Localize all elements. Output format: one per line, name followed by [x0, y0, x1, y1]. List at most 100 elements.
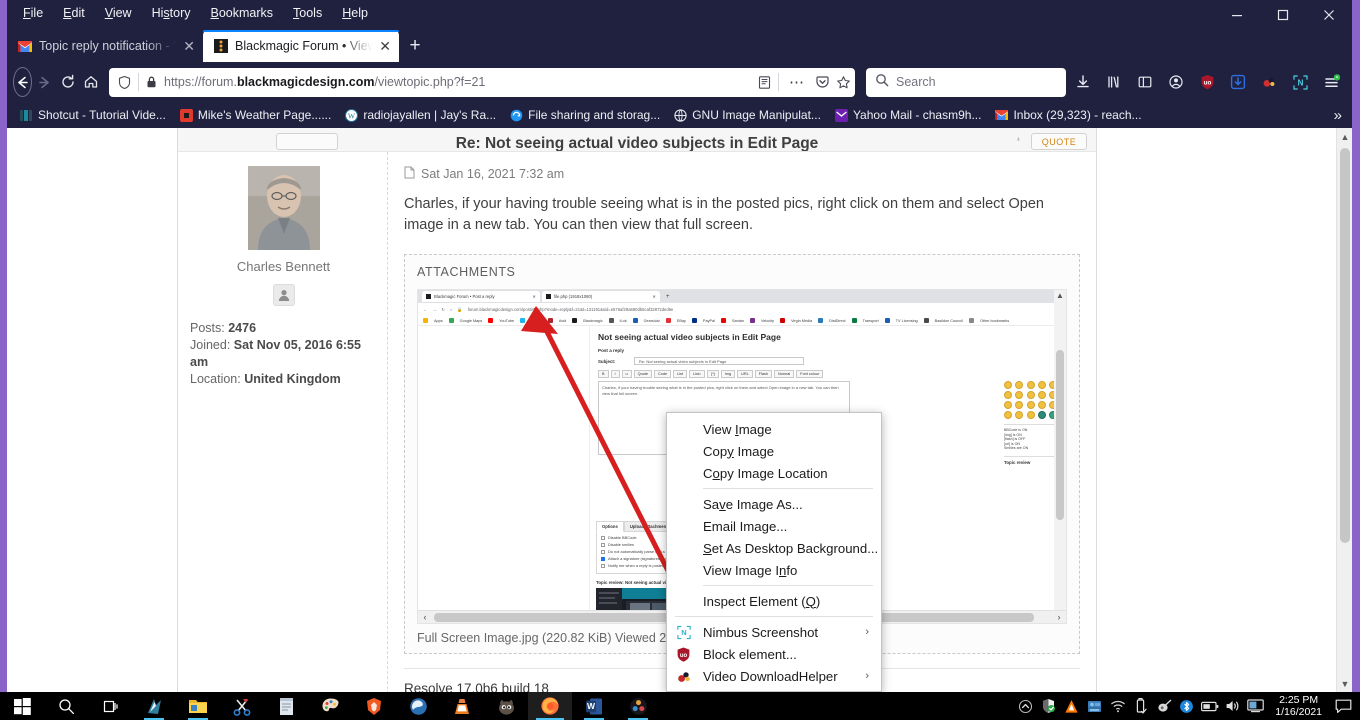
- nimbus-screenshot-icon[interactable]: N: [1285, 67, 1315, 97]
- taskbar-app-resolve[interactable]: [616, 692, 660, 720]
- ctx-save-image-as[interactable]: Save Image As...: [667, 493, 881, 515]
- hamburger-menu-icon[interactable]: [1316, 67, 1346, 97]
- downthemall-icon[interactable]: [1223, 67, 1253, 97]
- tray-battery[interactable]: [1198, 692, 1221, 720]
- ellipsis-icon[interactable]: ⋯: [785, 73, 809, 91]
- bookmark-file-sharing[interactable]: File sharing and storag...: [503, 106, 667, 124]
- maximize-icon[interactable]: [1260, 0, 1306, 30]
- tray-wifi[interactable]: [1106, 692, 1129, 720]
- ctx-block-element[interactable]: uo Block element...: [667, 643, 881, 665]
- notification-icon[interactable]: [1330, 692, 1356, 720]
- menu-bookmarks[interactable]: Bookmarks: [201, 3, 284, 23]
- tab-gmail-notification[interactable]: Topic reply notification - "Not s ✕: [7, 30, 203, 62]
- search-bar[interactable]: Search: [866, 67, 1066, 97]
- ctx-inspect-element[interactable]: Inspect Element (Q): [667, 590, 881, 612]
- reader-view-icon[interactable]: [757, 75, 772, 90]
- taskbar-app-brave[interactable]: [352, 692, 396, 720]
- sidebar-icon[interactable]: [1130, 67, 1160, 97]
- scroll-up-arrow-icon[interactable]: ▲: [1054, 290, 1066, 301]
- padlock-icon[interactable]: [145, 75, 158, 89]
- taskbar-app-word[interactable]: W: [572, 692, 616, 720]
- scroll-up-arrow-icon[interactable]: ▲: [1337, 128, 1352, 145]
- menu-help[interactable]: Help: [332, 3, 378, 23]
- taskbar-app-gimp[interactable]: [484, 692, 528, 720]
- taskbar-app-edge[interactable]: [396, 692, 440, 720]
- ctx-nimbus-screenshot[interactable]: N Nimbus Screenshot ›: [667, 621, 881, 643]
- star-icon[interactable]: [836, 75, 851, 90]
- bookmark-gmail-inbox[interactable]: Inbox (29,323) - reach...: [988, 106, 1148, 124]
- tray-bluetooth[interactable]: [1175, 692, 1198, 720]
- ctx-view-image[interactable]: View Image: [667, 418, 881, 440]
- bookmarks-overflow-icon[interactable]: »: [1334, 107, 1346, 124]
- attachment-vertical-scrollbar[interactable]: ▲: [1054, 290, 1066, 613]
- ctx-video-downloadhelper[interactable]: Video DownloadHelper ›: [667, 665, 881, 687]
- menu-file[interactable]: File: [13, 3, 53, 23]
- taskbar-app-notepad[interactable]: [264, 692, 308, 720]
- image-context-menu[interactable]: View Image Copy Image Copy Image Locatio…: [666, 412, 882, 692]
- pocket-icon[interactable]: [815, 75, 830, 90]
- scroll-down-arrow-icon[interactable]: ▼: [1337, 675, 1352, 692]
- tray-network-app[interactable]: [1083, 692, 1106, 720]
- tray-usb[interactable]: [1129, 692, 1152, 720]
- taskbar-app-paint[interactable]: [308, 692, 352, 720]
- taskbar-app-snip[interactable]: [220, 692, 264, 720]
- library-icon[interactable]: [1099, 67, 1129, 97]
- scroll-left-arrow[interactable]: ‹: [418, 612, 432, 622]
- tray-volume[interactable]: [1221, 692, 1244, 720]
- ublock-origin-icon[interactable]: uo: [1192, 67, 1222, 97]
- author-name[interactable]: Charles Bennett: [190, 259, 377, 274]
- tray-speaker-device[interactable]: [1152, 692, 1175, 720]
- ctx-email-image[interactable]: Email Image...: [667, 515, 881, 537]
- post-reply-button[interactable]: [276, 133, 338, 150]
- tab-close-icon[interactable]: ✕: [183, 38, 195, 55]
- page-scroll-thumb[interactable]: [1340, 148, 1350, 543]
- menu-tools[interactable]: Tools: [283, 3, 332, 23]
- new-tab-button[interactable]: +: [399, 30, 431, 62]
- page-scrollbar[interactable]: ▲ ▼: [1336, 128, 1352, 692]
- ctx-set-as-desktop-background[interactable]: Set As Desktop Background...: [667, 537, 881, 559]
- bookmark-gimp[interactable]: GNU Image Manipulat...: [667, 106, 828, 124]
- home-icon[interactable]: [80, 67, 101, 97]
- toolbar-icons: uo N: [1068, 67, 1346, 97]
- minimize-icon[interactable]: [1214, 0, 1260, 30]
- scroll-thumb[interactable]: [1056, 350, 1064, 520]
- tab-close-icon[interactable]: ✕: [379, 38, 391, 55]
- taskbar-app-vlc[interactable]: [440, 692, 484, 720]
- menu-view[interactable]: View: [95, 3, 142, 23]
- back-arrow-icon[interactable]: [13, 67, 33, 97]
- video-downloadhelper-icon[interactable]: [1254, 67, 1284, 97]
- ctx-view-image-info[interactable]: View Image Info: [667, 559, 881, 581]
- address-bar[interactable]: https://forum.blackmagicdesign.com/viewt…: [109, 67, 855, 97]
- reload-icon[interactable]: [57, 67, 78, 97]
- bookmark-radiojayallen[interactable]: W radiojayallen | Jay's Ra...: [338, 106, 503, 124]
- menu-history[interactable]: History: [142, 3, 201, 23]
- menu-edit[interactable]: Edit: [53, 3, 95, 23]
- shield-icon[interactable]: [117, 75, 132, 90]
- tray-hidden-icons[interactable]: [1014, 692, 1037, 720]
- forward-arrow-icon[interactable]: [34, 67, 55, 97]
- quote-button[interactable]: QUOTE: [1031, 133, 1087, 150]
- close-icon[interactable]: [1306, 0, 1352, 30]
- bookmark-shotcut[interactable]: Shotcut - Tutorial Vide...: [13, 106, 173, 124]
- ctx-copy-image[interactable]: Copy Image: [667, 440, 881, 462]
- downloads-icon[interactable]: [1068, 67, 1098, 97]
- tray-avast[interactable]: [1060, 692, 1083, 720]
- apps-icon: [423, 318, 428, 323]
- taskbar-clock[interactable]: 2:25 PM 1/16/2021: [1267, 694, 1330, 718]
- ctx-copy-image-location[interactable]: Copy Image Location: [667, 462, 881, 484]
- tray-display[interactable]: [1244, 692, 1267, 720]
- task极bar-app-firefox[interactable]: [528, 692, 572, 720]
- search-input[interactable]: Search: [896, 75, 936, 89]
- bookmark-yahoo-mail[interactable]: Yahoo Mail - chasm9h...: [828, 106, 989, 124]
- account-icon[interactable]: [1161, 67, 1191, 97]
- signature-link[interactable]: Resolve 17.0b6 build 18: [404, 681, 549, 692]
- task-view-button[interactable]: [88, 692, 132, 720]
- taskbar-app-shotcut[interactable]: [132, 692, 176, 720]
- tab-blackmagic-forum[interactable]: Blackmagic Forum • View topic ✕: [203, 30, 399, 62]
- taskbar-app-file-explorer[interactable]: [176, 692, 220, 720]
- scroll-right-arrow[interactable]: ›: [1052, 612, 1066, 622]
- tray-windows-security[interactable]: [1037, 692, 1060, 720]
- start-button[interactable]: [0, 692, 44, 720]
- search-button[interactable]: [44, 692, 88, 720]
- bookmark-mikes-weather[interactable]: Mike's Weather Page......: [173, 106, 338, 124]
